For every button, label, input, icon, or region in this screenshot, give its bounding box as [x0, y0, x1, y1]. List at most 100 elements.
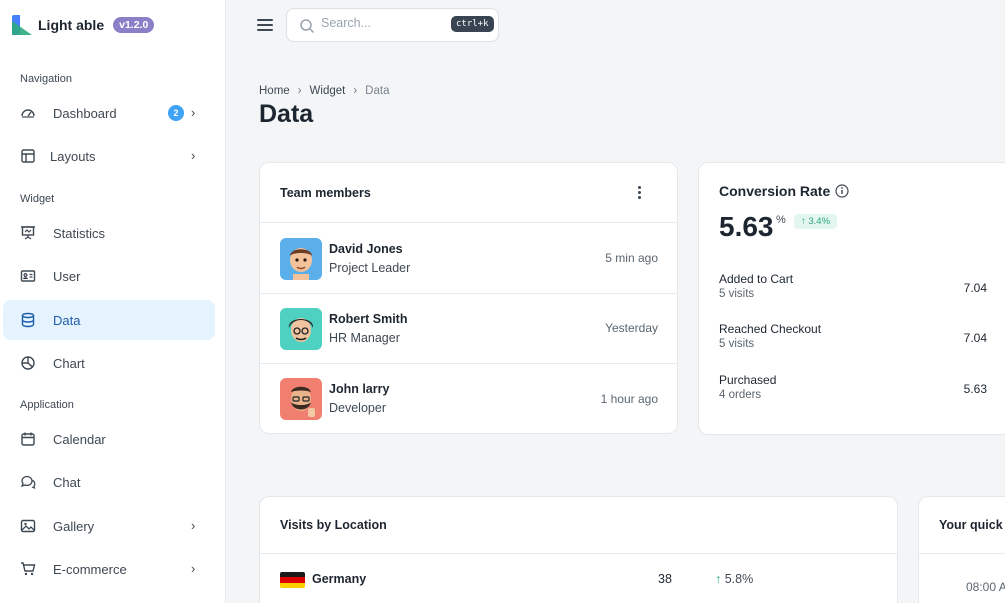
- member-name: David Jones: [329, 242, 403, 256]
- member-role: Developer: [329, 401, 386, 415]
- sidebar-item-label: User: [53, 268, 81, 284]
- sidebar-item-chat[interactable]: Chat: [3, 462, 215, 502]
- visit-count: 38: [658, 572, 672, 586]
- card-title: Visits by Location: [280, 518, 387, 532]
- sidebar-item-label: Chat: [53, 474, 81, 490]
- divider: [260, 553, 897, 554]
- sidebar-item-ecommerce[interactable]: E-commerce ›: [3, 549, 215, 589]
- nav-caption-widget: Widget: [20, 193, 55, 205]
- metric-value: 7.04: [963, 331, 987, 345]
- sidebar-item-data[interactable]: Data: [3, 300, 215, 340]
- schedule-time: 08:00 A: [966, 580, 1005, 594]
- country-name: Germany: [312, 572, 367, 586]
- sidebar-item-statistics[interactable]: Statistics: [3, 213, 215, 253]
- sidebar: Light able v1.2.0 Navigation Dashboard 2…: [0, 0, 226, 603]
- layout-icon: [21, 149, 35, 163]
- chevron-right-icon: ›: [191, 561, 196, 576]
- member-name: Robert Smith: [329, 312, 408, 326]
- chat-icon: [20, 475, 36, 489]
- search-input[interactable]: [321, 16, 431, 30]
- notification-badge: 2: [168, 105, 184, 121]
- sidebar-item-label: E-commerce: [53, 561, 127, 577]
- breadcrumb-widget[interactable]: Widget: [310, 85, 346, 97]
- more-options-icon[interactable]: [637, 186, 643, 200]
- chevron-right-icon: ›: [191, 148, 196, 163]
- brand[interactable]: Light able v1.2.0: [12, 14, 155, 36]
- presentation-icon: [21, 226, 35, 240]
- list-item[interactable]: Robert Smith HR Manager Yesterday: [260, 294, 677, 364]
- card-title: Team members: [280, 186, 371, 200]
- version-badge: v1.2.0: [113, 17, 155, 33]
- sidebar-item-chart[interactable]: Chart: [3, 343, 215, 383]
- conversion-value: 5.63: [719, 211, 774, 242]
- sidebar-item-label: Statistics: [53, 225, 106, 241]
- avatar: [280, 238, 322, 280]
- sidebar-item-layouts[interactable]: Layouts ›: [3, 136, 215, 176]
- database-icon: [21, 312, 35, 328]
- calendar-icon: [21, 432, 35, 446]
- search-box: ctrl+k: [286, 8, 499, 42]
- divider: [919, 553, 1005, 554]
- member-role: Project Leader: [329, 261, 411, 275]
- member-time: Yesterday: [605, 321, 658, 335]
- avatar: [280, 378, 322, 420]
- sidebar-item-user[interactable]: User: [3, 256, 215, 296]
- germany-flag-icon: [280, 572, 305, 588]
- metric-sub: 4 orders: [719, 389, 762, 401]
- search-icon: [300, 19, 315, 34]
- list-item: Added to Cart 5 visits 7.04: [719, 272, 987, 300]
- metric-label: Reached Checkout: [719, 322, 822, 336]
- quick-schedule-card: Your quick s 08:00 A: [918, 496, 1005, 603]
- info-icon[interactable]: [835, 184, 849, 198]
- nav-caption-application: Application: [20, 399, 74, 411]
- conversion-unit: %: [776, 214, 786, 226]
- sidebar-item-label: Gallery: [53, 518, 95, 534]
- change-value: 5.8%: [724, 572, 754, 586]
- member-role: HR Manager: [329, 331, 400, 345]
- pie-chart-icon: [21, 356, 35, 370]
- sidebar-item-gallery[interactable]: Gallery ›: [3, 506, 215, 546]
- list-item[interactable]: John larry Developer 1 hour ago: [260, 364, 677, 433]
- sidebar-item-dashboard[interactable]: Dashboard 2 ›: [3, 93, 215, 133]
- sidebar-item-label: Dashboard: [53, 105, 117, 121]
- team-members-card: Team members David Jones Project Leader …: [259, 162, 678, 434]
- table-row[interactable]: Germany 38 ↑ 5.8%: [280, 569, 760, 589]
- chevron-right-icon: ›: [191, 105, 196, 120]
- metric-value: 7.04: [963, 281, 987, 295]
- card-title: Conversion Rate: [719, 183, 849, 199]
- visit-change: ↑ 5.8%: [715, 572, 753, 586]
- list-item: Purchased 4 orders 5.63: [719, 373, 987, 401]
- sidebar-item-calendar[interactable]: Calendar: [3, 419, 215, 459]
- breadcrumb-separator: ›: [353, 85, 358, 97]
- conversion-title: Conversion Rate: [719, 183, 831, 199]
- keyboard-shortcut-badge: ctrl+k: [451, 16, 494, 32]
- card-title: Your quick s: [939, 518, 1005, 532]
- page-title: Data: [259, 100, 314, 128]
- avatar: [280, 308, 322, 350]
- list-item[interactable]: David Jones Project Leader 5 min ago: [260, 223, 677, 293]
- member-time: 1 hour ago: [600, 392, 658, 406]
- metric-sub: 5 visits: [719, 288, 755, 300]
- breadcrumb: Home › Widget › Data: [259, 85, 389, 97]
- arrow-up-icon: ↑: [715, 572, 722, 586]
- user-card-icon: [20, 270, 36, 282]
- sidebar-item-label: Calendar: [53, 431, 106, 447]
- member-time: 5 min ago: [605, 251, 658, 265]
- nav-caption-navigation: Navigation: [20, 73, 72, 85]
- dashboard-icon: [21, 109, 35, 118]
- metric-value: 5.63: [963, 382, 987, 396]
- breadcrumb-current: Data: [365, 85, 390, 97]
- breadcrumb-home[interactable]: Home: [259, 85, 290, 97]
- conversion-rate-card: Conversion Rate 5.63 % ↑ 3.4% Added to C…: [698, 162, 1005, 435]
- metric-label: Added to Cart: [719, 272, 794, 286]
- list-item: Reached Checkout 5 visits 7.04: [719, 322, 987, 350]
- metric-label: Purchased: [719, 373, 777, 387]
- chevron-right-icon: ›: [191, 518, 196, 533]
- gallery-icon: [20, 519, 36, 533]
- sidebar-item-label: Layouts: [50, 148, 96, 164]
- member-name: John larry: [329, 382, 390, 396]
- menu-toggle-icon[interactable]: [257, 18, 273, 32]
- metric-sub: 5 visits: [719, 338, 755, 350]
- brand-name: Light able: [38, 17, 105, 33]
- visits-by-location-card: Visits by Location Germany 38 ↑ 5.8%: [259, 496, 898, 603]
